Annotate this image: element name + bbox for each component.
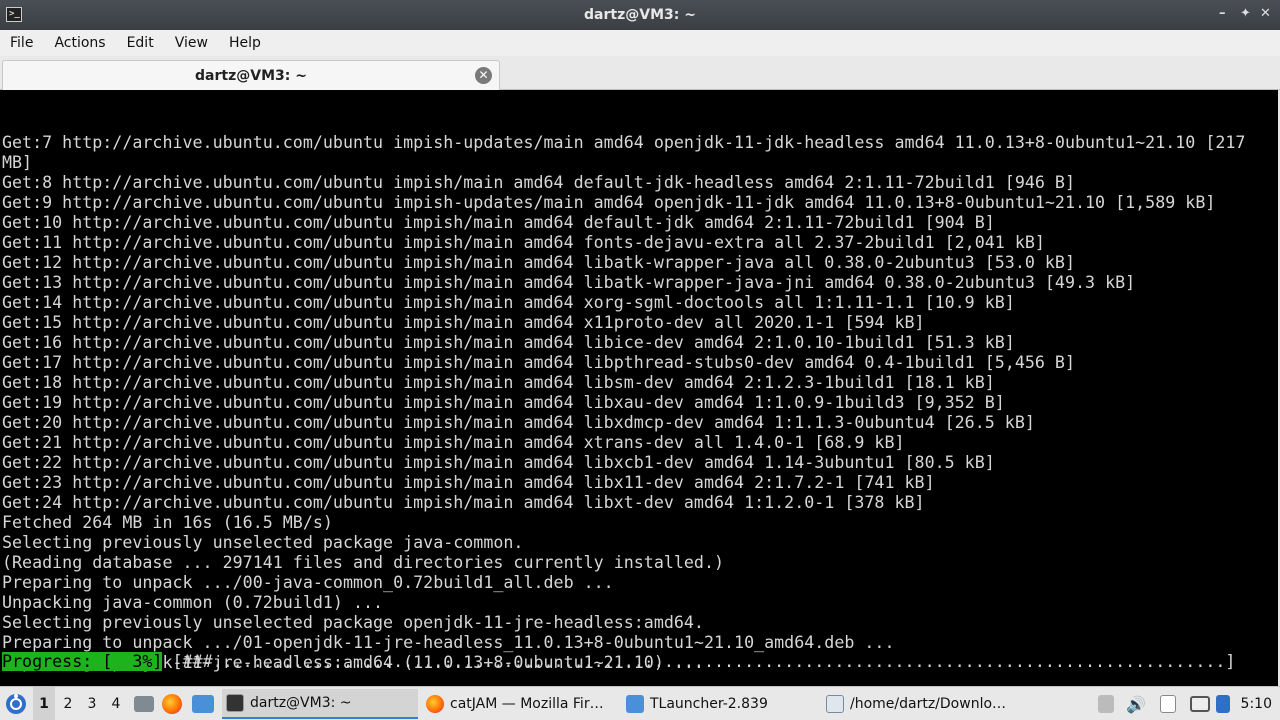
terminal-line: Get:18 http://archive.ubuntu.com/ubuntu … [2,373,995,392]
task-label: TLauncher-2.839 [650,696,768,712]
menu-bar: File Actions Edit View Help [0,30,1280,56]
start-menu-button[interactable] [4,687,28,720]
terminal-line: Selecting previously unselected package … [2,613,704,632]
terminal-lines: Get:7 http://archive.ubuntu.com/ubuntu i… [2,133,1280,673]
task-text-editor[interactable]: /home/dartz/Downlo… [822,689,1018,719]
terminal-app-icon: >_ [6,7,22,22]
firefox-icon [426,695,444,713]
network-icon [1190,696,1210,712]
firefox-icon [162,694,182,714]
tab-label: dartz@VM3: ~ [195,67,307,84]
tab-close-icon[interactable]: ✕ [475,67,492,84]
terminal-line: Selecting previously unselected package … [2,533,524,552]
task-terminal[interactable]: dartz@VM3: ~ [222,689,418,719]
notifications-button[interactable] [1216,687,1236,720]
task-label: dartz@VM3: ~ [250,695,352,711]
clipboard-button[interactable] [1160,687,1182,720]
show-desktop-button[interactable] [134,687,160,720]
network-button[interactable] [1190,687,1216,720]
terminal-line: Fetched 264 MB in 16s (16.5 MB/s) [2,513,333,532]
terminal-line: Get:19 http://archive.ubuntu.com/ubuntu … [2,393,1005,412]
maximize-button[interactable]: ✦ [1240,6,1251,21]
terminal-line: Preparing to unpack .../01-openjdk-11-jr… [2,633,895,652]
desktop-icon [134,696,154,712]
terminal-icon [226,694,244,712]
terminal-line: (Reading database ... 297141 files and d… [2,553,725,572]
terminal-line: Get:8 http://archive.ubuntu.com/ubuntu i… [2,173,1075,192]
workspace-1[interactable]: 1 [33,687,55,720]
window-titlebar[interactable]: >_ dartz@VM3: ~ – ✦ ✕ [0,0,1280,30]
volume-button[interactable]: 🔊 [1126,687,1146,720]
task-label: /home/dartz/Downlo… [850,696,1007,712]
close-button[interactable]: ✕ [1260,6,1271,21]
workspace-4[interactable]: 4 [105,687,127,720]
terminal-line: Get:23 http://archive.ubuntu.com/ubuntu … [2,473,935,492]
tab-bar: dartz@VM3: ~ ✕ [0,56,1280,90]
terminal-line: MB] [2,153,33,172]
clipboard-icon [1160,695,1176,713]
terminal-line: Get:15 http://archive.ubuntu.com/ubuntu … [2,313,925,332]
tray-eject-button[interactable] [1098,687,1120,720]
terminal-line: Get:10 http://archive.ubuntu.com/ubuntu … [2,213,995,232]
terminal-line: Get:14 http://archive.ubuntu.com/ubuntu … [2,293,1015,312]
notification-icon [1216,695,1230,713]
text-editor-icon [826,695,844,713]
task-label: catJAM — Mozilla Fir… [450,696,604,712]
terminal-line: Unpacking java-common (0.72build1) ... [2,593,384,612]
window-title: dartz@VM3: ~ [584,7,696,23]
terminal-line: Get:17 http://archive.ubuntu.com/ubuntu … [2,353,1075,372]
terminal-line: Get:9 http://archive.ubuntu.com/ubuntu i… [2,193,1216,212]
folder-icon [192,695,214,713]
menu-view[interactable]: View [175,35,208,51]
terminal-line: Get:12 http://archive.ubuntu.com/ubuntu … [2,253,1075,272]
terminal-output[interactable]: Get:7 http://archive.ubuntu.com/ubuntu i… [0,90,1280,686]
progress-bar: [###....................................… [162,652,1236,671]
task-file-manager[interactable]: TLauncher-2.839 [622,689,818,719]
folder-icon [626,695,644,713]
progress-line: Progress: [ 3%] [###....................… [2,652,1235,672]
start-menu-icon [6,694,26,714]
clock[interactable]: 5:10 [1241,687,1272,720]
file-manager-launcher[interactable] [192,687,220,720]
eject-icon [1098,695,1114,713]
terminal-line: Get:24 http://archive.ubuntu.com/ubuntu … [2,493,925,512]
terminal-line: Get:20 http://archive.ubuntu.com/ubuntu … [2,413,1035,432]
menu-edit[interactable]: Edit [127,35,154,51]
minimize-button[interactable]: – [1219,6,1226,21]
task-firefox[interactable]: catJAM — Mozilla Fir… [422,689,618,719]
terminal-line: Get:22 http://archive.ubuntu.com/ubuntu … [2,453,995,472]
firefox-launcher[interactable] [162,687,188,720]
progress-label: Progress: [ 3%] [2,652,163,671]
terminal-line: Get:16 http://archive.ubuntu.com/ubuntu … [2,333,1015,352]
terminal-line: Get:7 http://archive.ubuntu.com/ubuntu i… [2,133,1246,152]
menu-help[interactable]: Help [229,35,261,51]
menu-file[interactable]: File [10,35,33,51]
workspace-3[interactable]: 3 [81,687,103,720]
workspace-2[interactable]: 2 [57,687,79,720]
menu-actions[interactable]: Actions [54,35,105,51]
volume-icon: 🔊 [1126,694,1146,714]
tab-terminal[interactable]: dartz@VM3: ~ ✕ [2,60,500,90]
terminal-line: Preparing to unpack .../00-java-common_0… [2,573,614,592]
terminal-line: Get:13 http://archive.ubuntu.com/ubuntu … [2,273,1136,292]
terminal-line: Get:11 http://archive.ubuntu.com/ubuntu … [2,233,1045,252]
terminal-line: Get:21 http://archive.ubuntu.com/ubuntu … [2,433,905,452]
taskbar: 1 2 3 4 dartz@VM3: ~ catJAM — Mozilla Fi… [0,686,1280,720]
